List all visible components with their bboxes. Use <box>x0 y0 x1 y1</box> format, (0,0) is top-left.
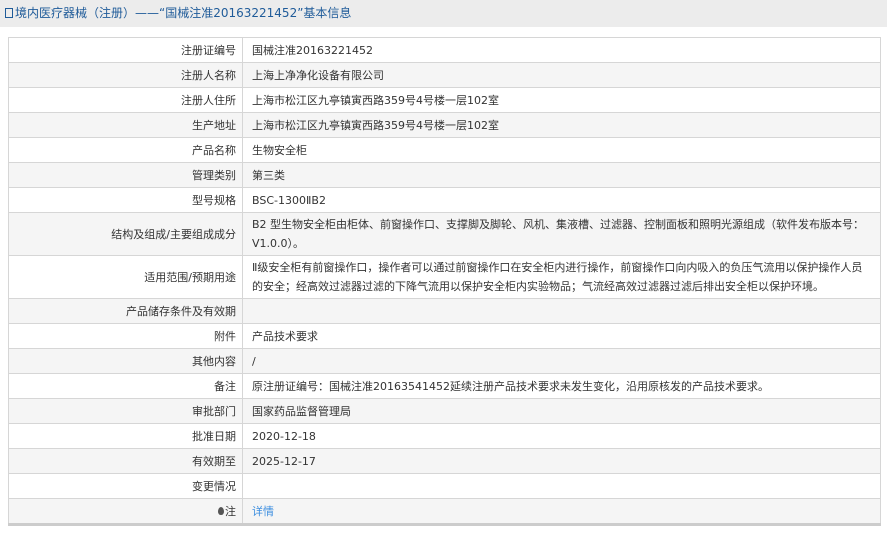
table-row: 产品名称 生物安全柜 <box>8 137 881 163</box>
field-value: / <box>242 348 881 374</box>
field-value: 国械注准20163221452 <box>242 37 881 63</box>
table-row: 其他内容 / <box>8 348 881 374</box>
table-row: 注册证编号 国械注准20163221452 <box>8 37 881 63</box>
field-label: 管理类别 <box>8 162 243 188</box>
table-row: 审批部门 国家药品监督管理局 <box>8 398 881 424</box>
details-link[interactable]: 详情 <box>252 505 274 518</box>
field-value: 生物安全柜 <box>242 137 881 163</box>
lightbulb-icon <box>218 506 224 515</box>
document-icon <box>5 8 13 18</box>
field-value: 上海上净净化设备有限公司 <box>242 62 881 88</box>
table-row: 注册人住所 上海市松江区九亭镇寅西路359号4号楼一层102室 <box>8 87 881 113</box>
table-row: 有效期至 2025-12-17 <box>8 448 881 474</box>
field-label: 注册人住所 <box>8 87 243 113</box>
field-value: 2020-12-18 <box>242 423 881 449</box>
field-value <box>242 298 881 324</box>
field-value: BSC-1300ⅡB2 <box>242 187 881 213</box>
table-row: 注册人名称 上海上净净化设备有限公司 <box>8 62 881 88</box>
field-value: 产品技术要求 <box>242 323 881 349</box>
field-label: 产品储存条件及有效期 <box>8 298 243 324</box>
field-label: 生产地址 <box>8 112 243 138</box>
field-label: 有效期至 <box>8 448 243 474</box>
table-row: 备注 原注册证编号：国械注准20163541452延续注册产品技术要求未发生变化，… <box>8 373 881 399</box>
field-label: 注 <box>8 498 243 525</box>
field-value: 2025-12-17 <box>242 448 881 474</box>
field-value: 原注册证编号：国械注准20163541452延续注册产品技术要求未发生变化，沿用… <box>242 373 881 399</box>
table-row: 型号规格 BSC-1300ⅡB2 <box>8 187 881 213</box>
table-row: 管理类别 第三类 <box>8 162 881 188</box>
field-label: 附件 <box>8 323 243 349</box>
field-label: 其他内容 <box>8 348 243 374</box>
page-header: 境内医疗器械（注册）——“国械注准20163221452”基本信息 <box>0 0 887 27</box>
table-row: 注 详情 <box>8 498 881 525</box>
field-label: 结构及组成/主要组成成分 <box>8 212 243 256</box>
info-table: 注册证编号 国械注准20163221452 注册人名称 上海上净净化设备有限公司 注册人… <box>8 37 881 526</box>
field-label: 变更情况 <box>8 473 243 499</box>
table-row: 产品储存条件及有效期 <box>8 298 881 324</box>
table-row: 适用范围/预期用途 Ⅱ级安全柜有前窗操作口，操作者可以通过前窗操作口在安全柜内进行… <box>8 255 881 299</box>
field-value: Ⅱ级安全柜有前窗操作口，操作者可以通过前窗操作口在安全柜内进行操作，前窗操作口向… <box>242 255 881 299</box>
table-row: 生产地址 上海市松江区九亭镇寅西路359号4号楼一层102室 <box>8 112 881 138</box>
field-value <box>242 473 881 499</box>
table-row: 批准日期 2020-12-18 <box>8 423 881 449</box>
field-label: 批准日期 <box>8 423 243 449</box>
table-row: 附件 产品技术要求 <box>8 323 881 349</box>
field-label: 审批部门 <box>8 398 243 424</box>
note-label: 注 <box>225 504 236 518</box>
field-value: 第三类 <box>242 162 881 188</box>
table-row: 变更情况 <box>8 473 881 499</box>
field-label: 适用范围/预期用途 <box>8 255 243 299</box>
table-row: 结构及组成/主要组成成分 B2 型生物安全柜由柜体、前窗操作口、支撑脚及脚轮、风机… <box>8 212 881 256</box>
field-label: 备注 <box>8 373 243 399</box>
field-value: 上海市松江区九亭镇寅西路359号4号楼一层102室 <box>242 112 881 138</box>
field-label: 产品名称 <box>8 137 243 163</box>
field-label: 注册人名称 <box>8 62 243 88</box>
field-value: 国家药品监督管理局 <box>242 398 881 424</box>
field-value: B2 型生物安全柜由柜体、前窗操作口、支撑脚及脚轮、风机、集液槽、过滤器、控制面… <box>242 212 881 256</box>
field-label: 注册证编号 <box>8 37 243 63</box>
field-label: 型号规格 <box>8 187 243 213</box>
page-title: 境内医疗器械（注册）——“国械注准20163221452”基本信息 <box>15 6 352 20</box>
field-value: 上海市松江区九亭镇寅西路359号4号楼一层102室 <box>242 87 881 113</box>
